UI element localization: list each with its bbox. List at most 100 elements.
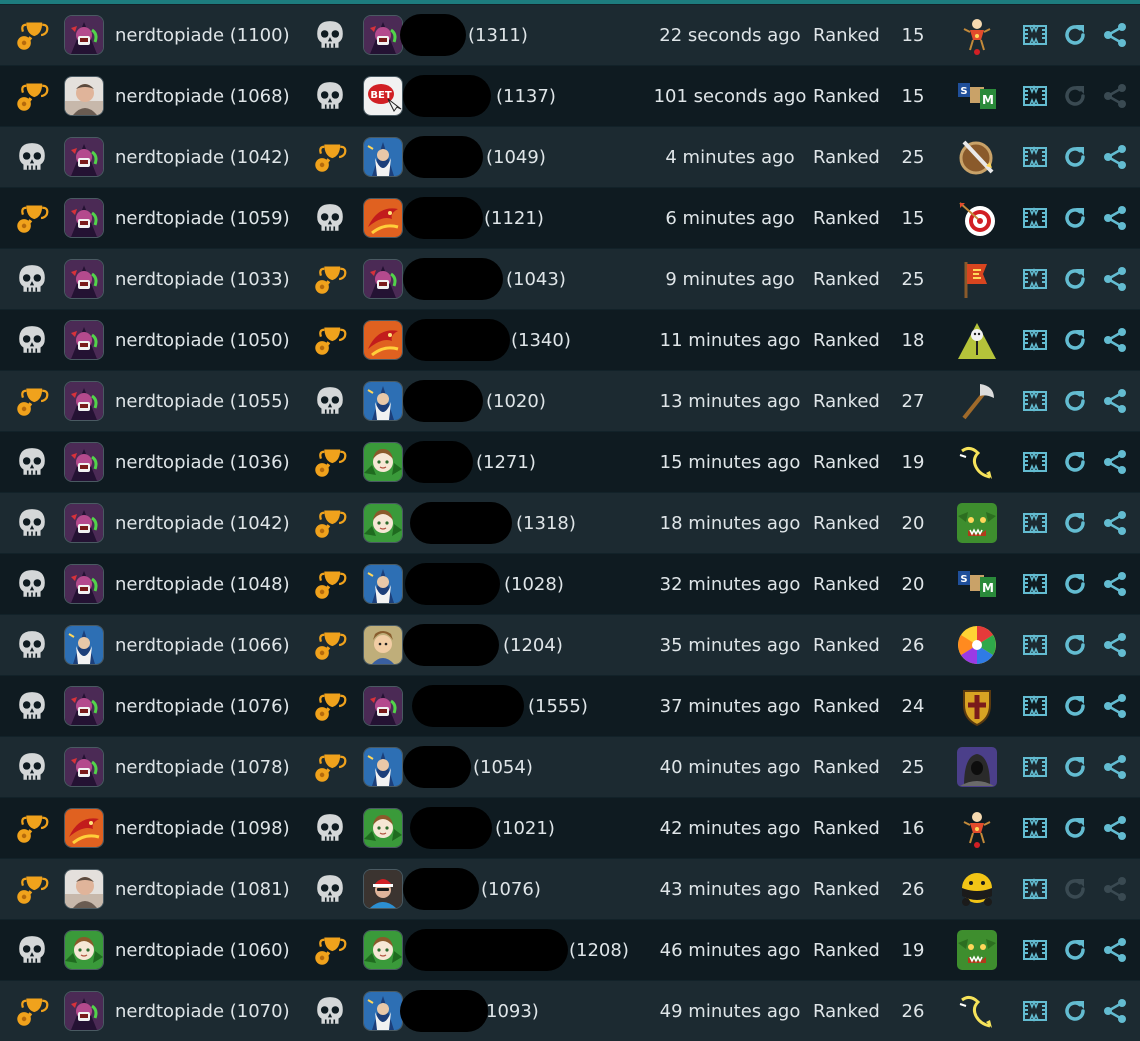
player-name-rating[interactable]: nerdtopiade (1081)	[115, 859, 290, 919]
game-axe-icon[interactable]	[956, 380, 998, 422]
match-row[interactable]: nerdtopiade (1042) (1318) 18 minutes ago…	[0, 492, 1140, 553]
rematch-icon[interactable]	[1062, 310, 1088, 370]
replay-film-icon[interactable]	[1022, 249, 1048, 309]
player-name-rating[interactable]: nerdtopiade (1060)	[115, 920, 290, 980]
replay-film-icon[interactable]	[1022, 493, 1048, 553]
match-row[interactable]: nerdtopiade (1042) (1049) 4 minutes ago …	[0, 126, 1140, 187]
match-row[interactable]: nerdtopiade (1048) (1028) 32 minutes ago…	[0, 553, 1140, 614]
game-smiley-shadow-icon[interactable]	[956, 868, 998, 910]
opponent-avatar[interactable]	[363, 320, 403, 360]
player-name-rating[interactable]: nerdtopiade (1076)	[115, 676, 290, 736]
opponent-avatar[interactable]: BET	[363, 76, 403, 116]
match-row[interactable]: nerdtopiade (1050) (1340) 11 minutes ago…	[0, 309, 1140, 370]
replay-film-icon[interactable]	[1022, 798, 1048, 858]
opponent-avatar[interactable]	[363, 503, 403, 543]
player-name-rating[interactable]: nerdtopiade (1042)	[115, 493, 290, 553]
replay-film-icon[interactable]	[1022, 737, 1048, 797]
share-icon[interactable]	[1102, 737, 1128, 797]
game-hooded-figure-icon[interactable]	[956, 746, 998, 788]
share-icon[interactable]	[1102, 127, 1128, 187]
replay-film-icon[interactable]	[1022, 127, 1048, 187]
match-row[interactable]: nerdtopiade (1068) BET (1137) 101 second…	[0, 65, 1140, 126]
game-banner-icon[interactable]	[956, 258, 998, 300]
game-target-icon[interactable]	[956, 197, 998, 239]
opponent-avatar[interactable]	[363, 625, 403, 665]
share-icon[interactable]	[1102, 371, 1128, 431]
game-puppet-icon[interactable]	[956, 14, 998, 56]
player-avatar[interactable]	[64, 930, 104, 970]
player-avatar[interactable]	[64, 76, 104, 116]
match-row[interactable]: nerdtopiade (1078) (1054) 40 minutes ago…	[0, 736, 1140, 797]
replay-film-icon[interactable]	[1022, 920, 1048, 980]
replay-film-icon[interactable]	[1022, 981, 1048, 1041]
replay-film-icon[interactable]	[1022, 554, 1048, 614]
share-icon[interactable]	[1102, 493, 1128, 553]
match-row[interactable]: nerdtopiade (1098) (1021) 42 minutes ago…	[0, 797, 1140, 858]
share-icon[interactable]	[1102, 920, 1128, 980]
game-goblin-icon[interactable]	[956, 502, 998, 544]
player-name-rating[interactable]: nerdtopiade (1098)	[115, 798, 290, 858]
player-name-rating[interactable]: nerdtopiade (1033)	[115, 249, 290, 309]
match-row[interactable]: nerdtopiade (1076) (1555) 37 minutes ago…	[0, 675, 1140, 736]
rematch-icon[interactable]	[1062, 981, 1088, 1041]
rematch-icon[interactable]	[1062, 798, 1088, 858]
game-goblin-icon[interactable]	[956, 929, 998, 971]
player-avatar[interactable]	[64, 625, 104, 665]
player-name-rating[interactable]: nerdtopiade (1066)	[115, 615, 290, 675]
game-lightning-icon[interactable]	[956, 441, 998, 483]
replay-film-icon[interactable]	[1022, 188, 1048, 248]
share-icon[interactable]	[1102, 432, 1128, 492]
player-name-rating[interactable]: nerdtopiade (1070)	[115, 981, 290, 1041]
player-avatar[interactable]	[64, 564, 104, 604]
player-avatar[interactable]	[64, 503, 104, 543]
player-avatar[interactable]	[64, 259, 104, 299]
player-name-rating[interactable]: nerdtopiade (1100)	[115, 5, 290, 65]
replay-film-icon[interactable]	[1022, 310, 1048, 370]
opponent-avatar[interactable]	[363, 747, 403, 787]
player-name-rating[interactable]: nerdtopiade (1050)	[115, 310, 290, 370]
match-row[interactable]: nerdtopiade (1060) (1208) 46 minutes ago…	[0, 919, 1140, 980]
rematch-icon[interactable]	[1062, 127, 1088, 187]
replay-film-icon[interactable]	[1022, 615, 1048, 675]
match-row[interactable]: nerdtopiade (1070) 1093) 49 minutes ago …	[0, 980, 1140, 1041]
match-row[interactable]: nerdtopiade (1100) (1311) 22 seconds ago…	[0, 4, 1140, 65]
share-icon[interactable]	[1102, 310, 1128, 370]
player-name-rating[interactable]: nerdtopiade (1048)	[115, 554, 290, 614]
player-avatar[interactable]	[64, 320, 104, 360]
opponent-avatar[interactable]	[363, 137, 403, 177]
match-row[interactable]: nerdtopiade (1081) (1076) 43 minutes ago…	[0, 858, 1140, 919]
game-sm-tiles-icon[interactable]: SM	[956, 75, 998, 117]
opponent-avatar[interactable]	[363, 381, 403, 421]
opponent-avatar[interactable]	[363, 259, 403, 299]
match-row[interactable]: nerdtopiade (1033) (1043) 9 minutes ago …	[0, 248, 1140, 309]
share-icon[interactable]	[1102, 615, 1128, 675]
opponent-avatar[interactable]	[363, 198, 403, 238]
rematch-icon[interactable]	[1062, 615, 1088, 675]
opponent-avatar[interactable]	[363, 808, 403, 848]
game-sm-tiles-icon[interactable]: SM	[956, 563, 998, 605]
share-icon[interactable]	[1102, 5, 1128, 65]
share-icon[interactable]	[1102, 981, 1128, 1041]
opponent-avatar[interactable]	[363, 15, 403, 55]
opponent-avatar[interactable]	[363, 991, 403, 1031]
rematch-icon[interactable]	[1062, 432, 1088, 492]
rematch-icon[interactable]	[1062, 554, 1088, 614]
game-puppet-icon[interactable]	[956, 807, 998, 849]
game-lightning-icon[interactable]	[956, 990, 998, 1032]
rematch-icon[interactable]	[1062, 737, 1088, 797]
player-avatar[interactable]	[64, 442, 104, 482]
player-name-rating[interactable]: nerdtopiade (1055)	[115, 371, 290, 431]
rematch-icon[interactable]	[1062, 493, 1088, 553]
player-avatar[interactable]	[64, 381, 104, 421]
opponent-avatar[interactable]	[363, 930, 403, 970]
rematch-icon[interactable]	[1062, 920, 1088, 980]
player-name-rating[interactable]: nerdtopiade (1059)	[115, 188, 290, 248]
player-avatar[interactable]	[64, 869, 104, 909]
match-row[interactable]: nerdtopiade (1036) (1271) 15 minutes ago…	[0, 431, 1140, 492]
player-avatar[interactable]	[64, 991, 104, 1031]
share-icon[interactable]	[1102, 676, 1128, 736]
player-avatar[interactable]	[64, 747, 104, 787]
player-avatar[interactable]	[64, 808, 104, 848]
rematch-icon[interactable]	[1062, 188, 1088, 248]
player-name-rating[interactable]: nerdtopiade (1078)	[115, 737, 290, 797]
